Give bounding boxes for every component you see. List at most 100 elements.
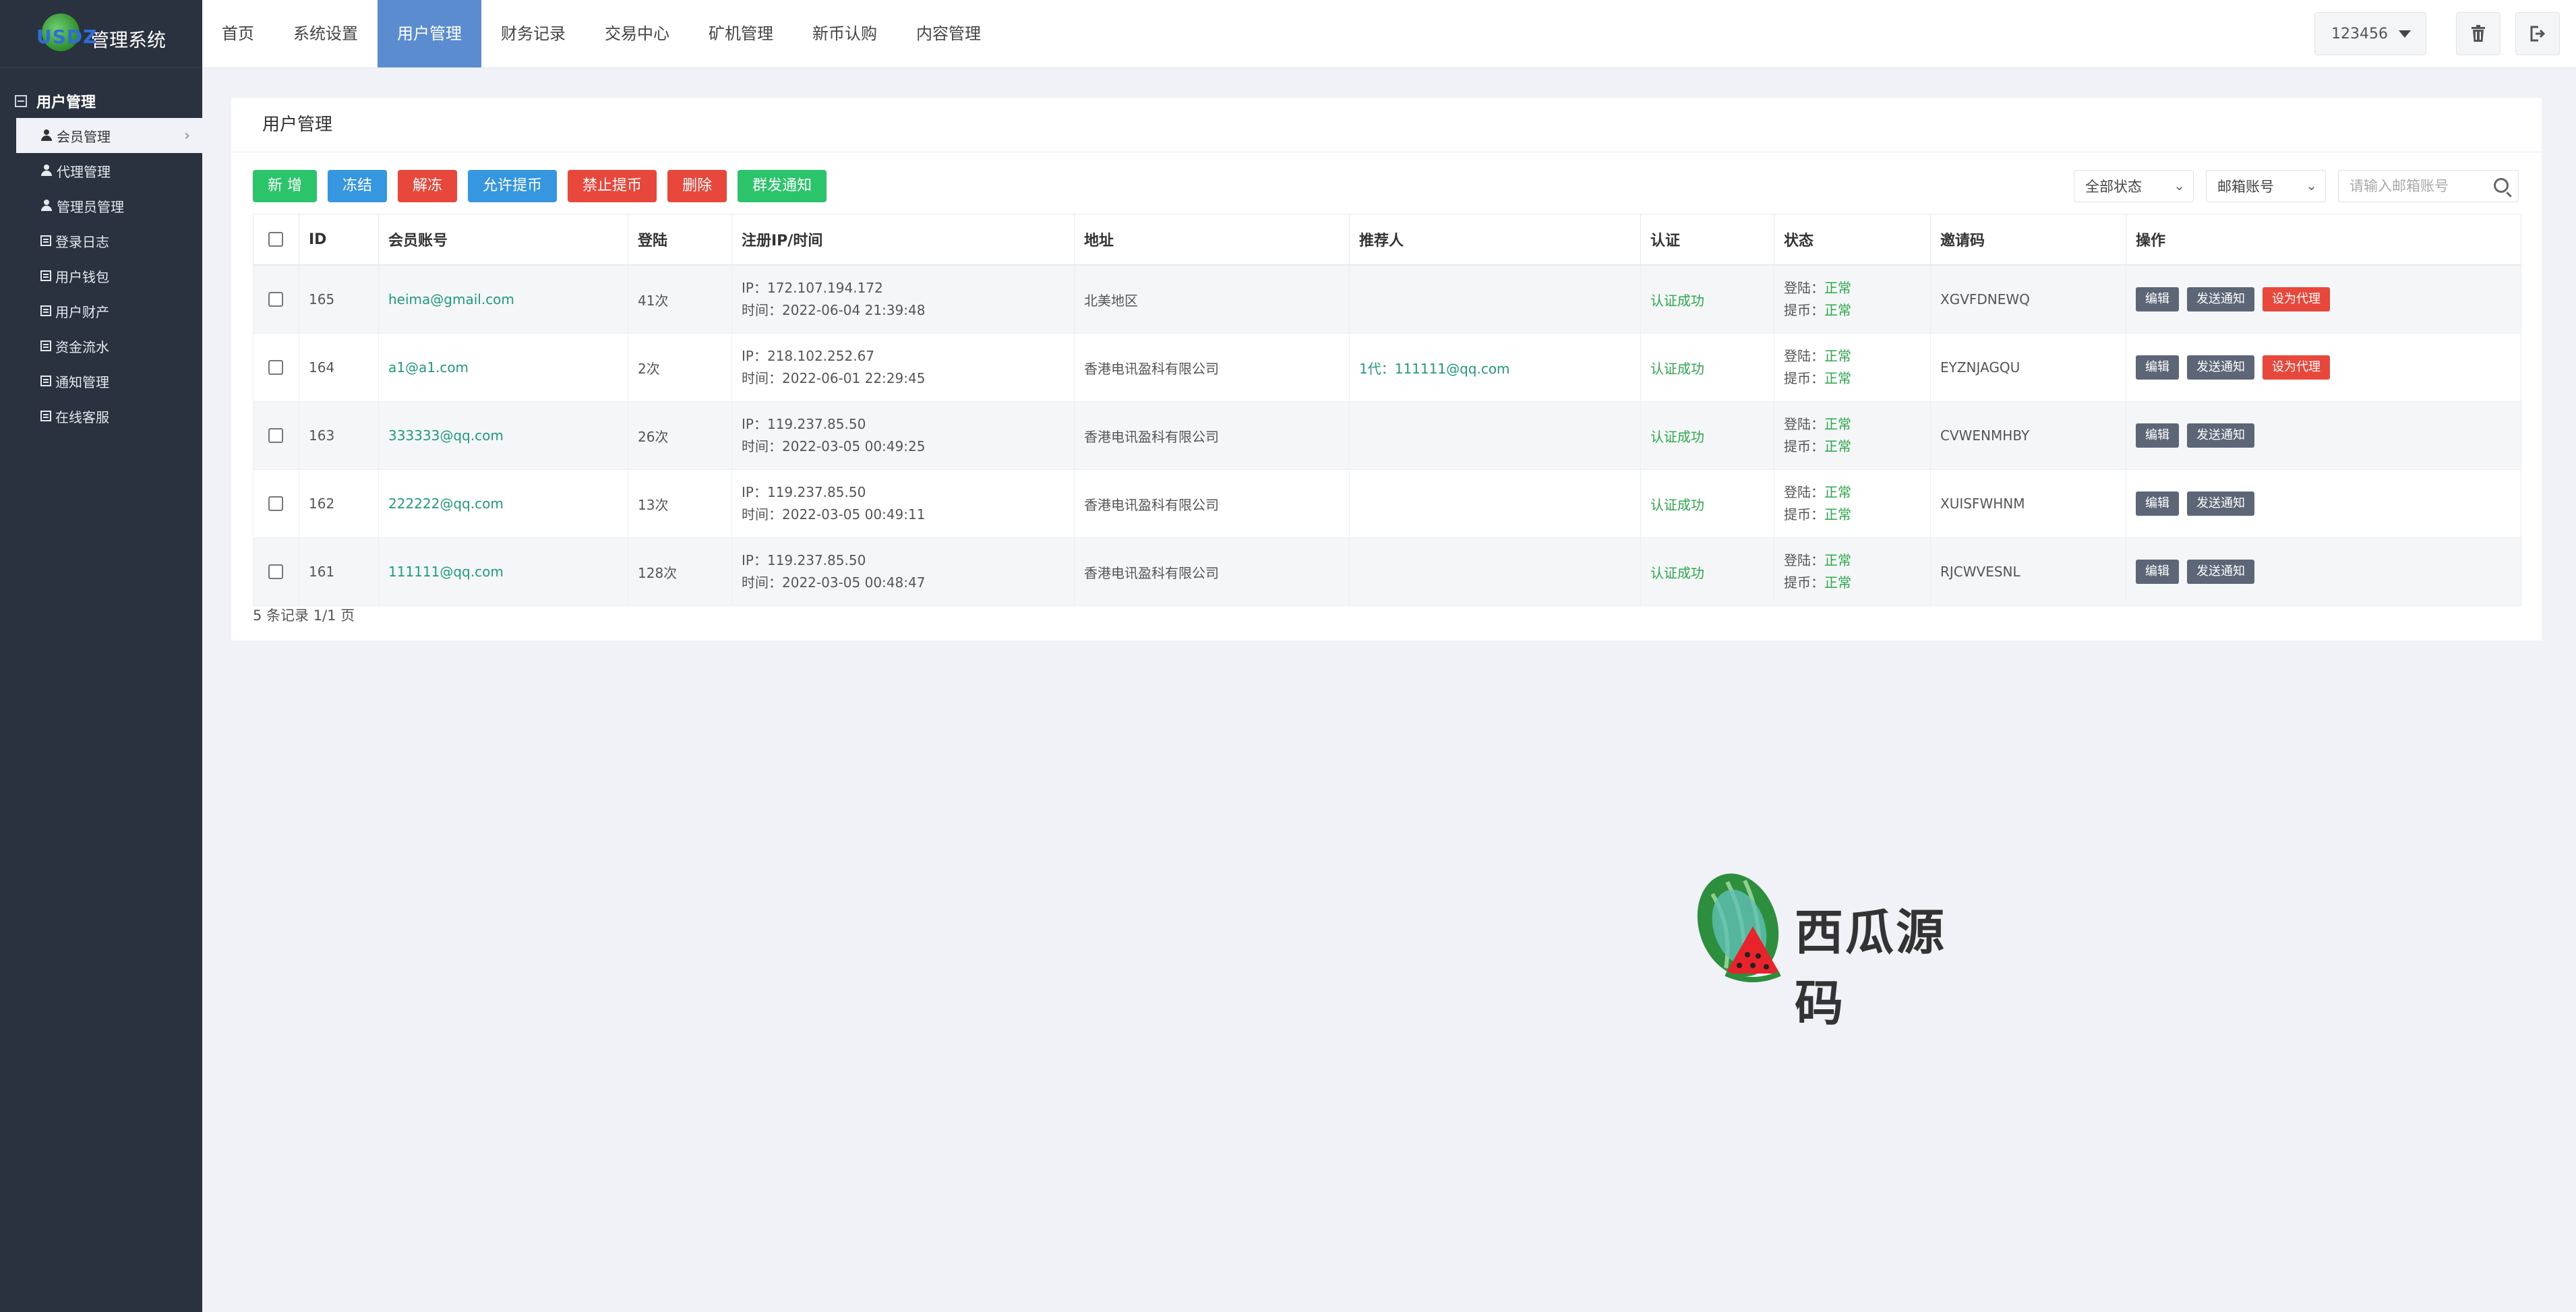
user-dropdown[interactable]: 123456 [2314,12,2426,55]
send-notify-button[interactable]: 发送通知 [2187,355,2254,380]
nav-item-0[interactable]: 首页 [202,0,274,67]
ip-value: 218.102.252.67 [767,348,875,364]
row-checkbox[interactable] [268,360,283,375]
nav-item-2[interactable]: 用户管理 [378,0,481,67]
edit-button[interactable]: 编辑 [2136,287,2179,311]
cell-address: 香港电讯盈科有限公司 [1074,333,1350,402]
sidebar-item-1[interactable]: 代理管理 [0,153,202,188]
withdraw-status-line: 提币：正常 [1784,367,1929,390]
withdraw-status-label: 提币： [1784,438,1824,454]
time-label: 时间： [742,506,782,523]
cell-invite-code: XGVFDNEWQ [1930,264,2126,334]
cell-auth: 认证成功 [1640,401,1774,470]
cell-register-ip: IP：218.102.252.67 时间：2022-06-01 22:29:45 [731,333,1075,402]
select-all-checkbox[interactable] [268,232,283,247]
logout-button[interactable] [2515,12,2560,55]
search-input[interactable] [2348,171,2486,202]
row-checkbox[interactable] [268,564,283,579]
withdraw-status-value: 正常 [1824,370,1851,386]
status-select[interactable]: 全部状态 ⌄ [2074,170,2194,202]
account-link[interactable]: heima@gmail.com [388,291,514,307]
login-status-line: 登陆：正常 [1784,277,1929,299]
cell-referrer [1349,469,1641,538]
cell-register-ip: IP：172.107.194.172 时间：2022-06-04 21:39:48 [731,264,1075,334]
time-label: 时间： [742,574,782,591]
nav-item-6[interactable]: 新币认购 [793,0,897,67]
sidebar-item-label: 通知管理 [55,374,109,390]
freeze-button[interactable]: 冻结 [328,170,388,202]
search-box [2338,170,2519,202]
ip-label: IP： [742,416,767,432]
sidebar-item-3[interactable]: 登录日志 [0,223,202,258]
sidebar-item-5[interactable]: 用户财产 [0,293,202,328]
nav-item-4[interactable]: 交易中心 [585,0,689,67]
cell-id: 164 [299,333,379,402]
cell-invite-code: CVWENMHBY [1930,401,2126,470]
row-checkbox[interactable] [268,496,283,511]
send-notify-button[interactable]: 发送通知 [2187,423,2254,448]
edit-button[interactable]: 编辑 [2136,355,2179,380]
login-status-value: 正常 [1824,280,1851,296]
login-status-label: 登陆： [1784,552,1824,568]
sidebar-item-2[interactable]: 管理员管理 [0,188,202,223]
login-status-label: 登陆： [1784,484,1824,500]
ip-label: IP： [742,484,767,500]
sidebar-item-label: 管理员管理 [57,198,124,215]
list-icon [40,235,51,246]
time-line: 时间：2022-03-05 00:49:11 [742,504,1073,526]
row-actions: 编辑 发送通知 [2136,423,2520,448]
set-agent-button[interactable]: 设为代理 [2263,355,2330,380]
withdraw-status-label: 提币： [1784,506,1824,523]
send-notify-button[interactable]: 发送通知 [2187,287,2254,311]
account-link[interactable]: a1@a1.com [388,359,469,376]
withdraw-status-label: 提币： [1784,302,1824,318]
chevron-right-icon: › [184,127,190,144]
account-link[interactable]: 222222@qq.com [388,496,504,512]
forbid-withdraw-button[interactable]: 禁止提币 [568,170,657,202]
cell-account: 111111@qq.com [378,537,628,606]
app-logo[interactable]: USDZ 管理系统 [0,0,202,68]
add-button[interactable]: 新 增 [253,170,317,202]
username: 123456 [2331,25,2388,42]
chevron-down-icon: ⌄ [2174,177,2185,193]
account-link[interactable]: 111111@qq.com [388,564,504,580]
set-agent-button[interactable]: 设为代理 [2263,287,2330,311]
time-value: 2022-03-05 00:48:47 [782,574,926,591]
sidebar-item-0[interactable]: 会员管理 › [16,118,202,153]
account-link[interactable]: 333333@qq.com [388,427,504,444]
edit-button[interactable]: 编辑 [2136,491,2179,516]
sidebar-item-7[interactable]: 通知管理 [0,363,202,398]
cell-logins: 2次 [628,333,732,402]
row-checkbox[interactable] [268,428,283,443]
edit-button[interactable]: 编辑 [2136,423,2179,448]
sidebar-item-6[interactable]: 资金流水 [0,328,202,363]
search-icon[interactable] [2494,178,2509,193]
clear-cache-button[interactable] [2456,12,2500,55]
time-label: 时间： [742,302,782,318]
nav-item-7[interactable]: 内容管理 [897,0,1000,67]
allow-withdraw-button[interactable]: 允许提币 [468,170,558,202]
sidebar-item-8[interactable]: 在线客服 [0,398,202,434]
row-actions: 编辑 发送通知 [2136,560,2520,584]
delete-button[interactable]: 删除 [667,170,727,202]
edit-button[interactable]: 编辑 [2136,560,2179,584]
time-line: 时间：2022-06-01 22:29:45 [742,367,1073,390]
login-status-label: 登陆： [1784,280,1824,296]
sidebar-item-4[interactable]: 用户钱包 [0,258,202,293]
row-checkbox[interactable] [268,292,283,307]
search-type-select[interactable]: 邮箱账号 ⌄ [2206,170,2326,202]
cell-actions: 编辑 发送通知 [2126,537,2521,606]
auth-status: 认证成功 [1650,360,1704,377]
nav-item-3[interactable]: 财务记录 [481,0,585,67]
send-notify-button[interactable]: 发送通知 [2187,560,2254,584]
sidebar-group-user[interactable]: 用户管理 [0,84,202,118]
nav-item-5[interactable]: 矿机管理 [689,0,793,67]
referrer-link[interactable]: 1代：111111@qq.com [1359,361,1510,377]
nav-item-1[interactable]: 系统设置 [274,0,378,67]
withdraw-status-label: 提币： [1784,370,1824,386]
send-notify-button[interactable]: 发送通知 [2187,491,2254,516]
login-status-label: 登陆： [1784,416,1824,432]
col-logins: 登陆 [628,214,732,266]
broadcast-notify-button[interactable]: 群发通知 [738,170,827,202]
unfreeze-button[interactable]: 解冻 [398,170,458,202]
